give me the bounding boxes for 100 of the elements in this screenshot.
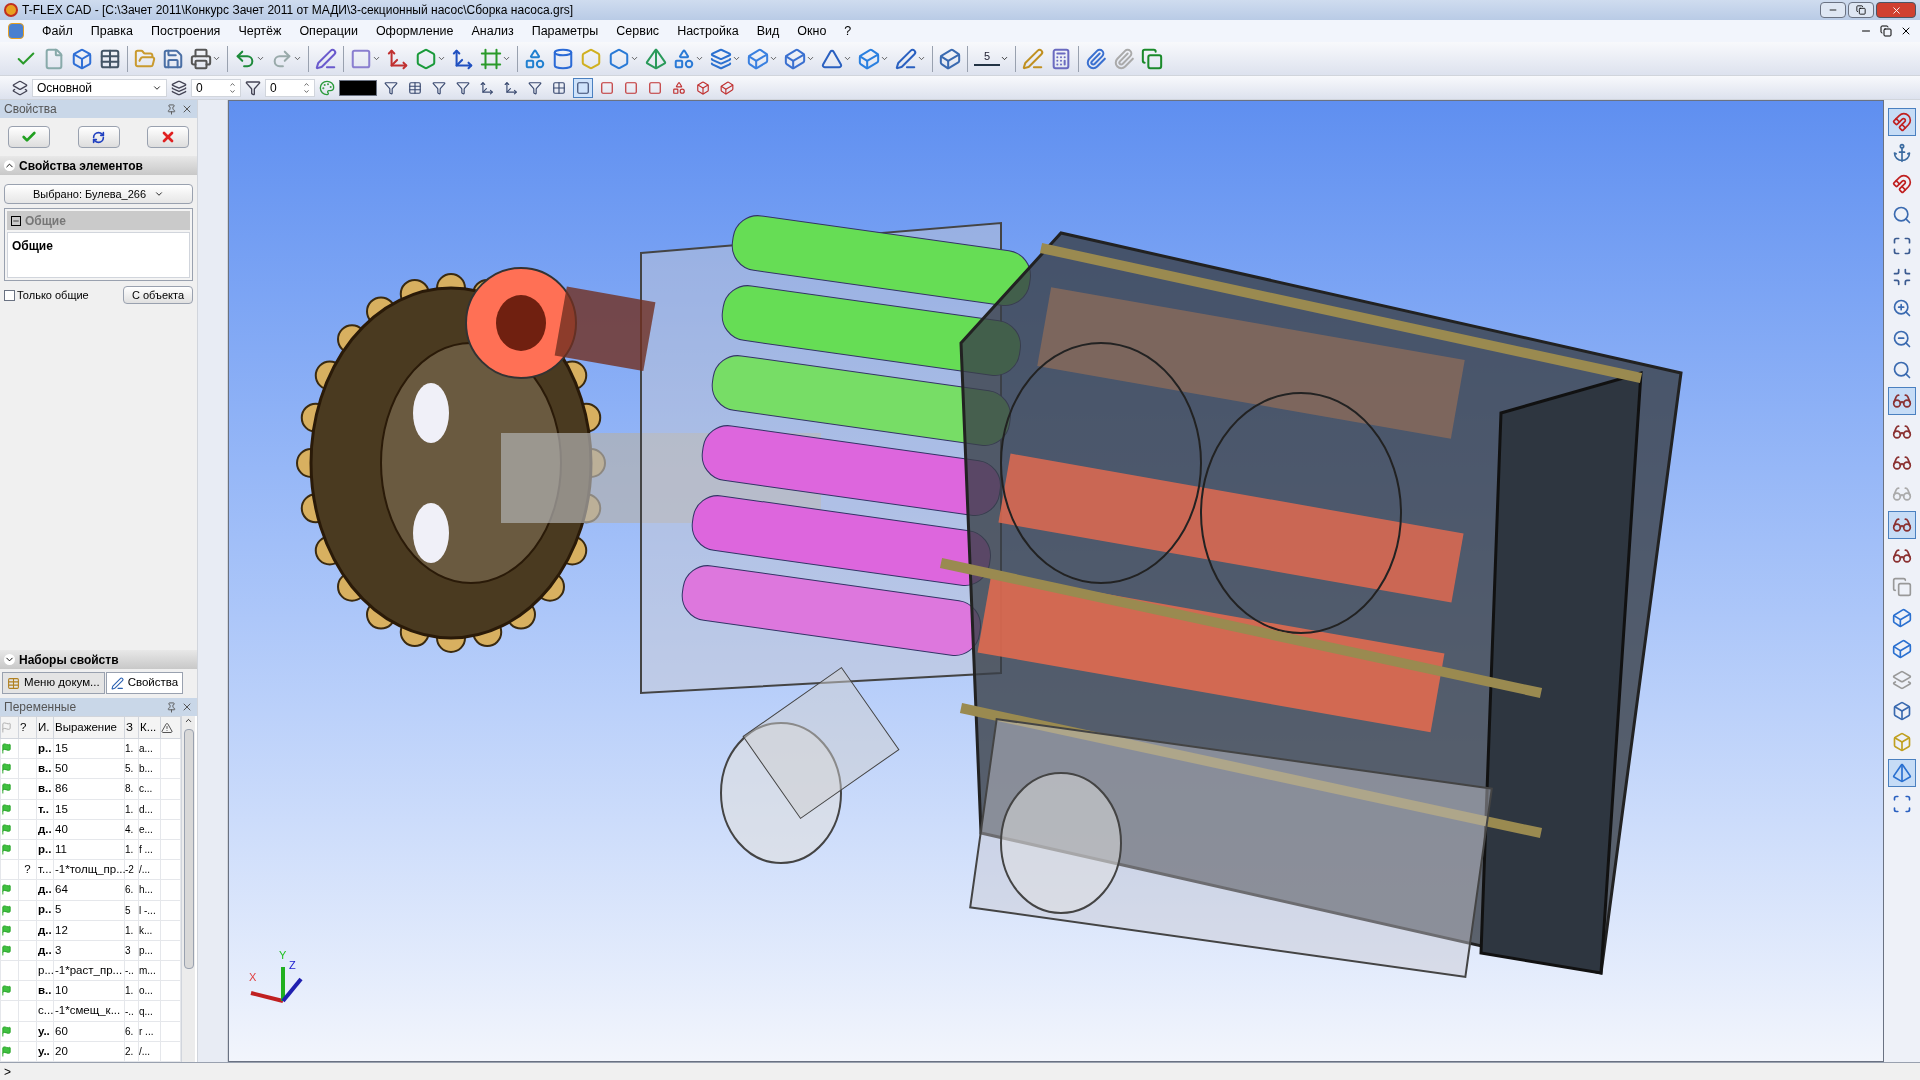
only-common-checkbox[interactable]: Только общие: [4, 286, 89, 304]
cube-icon: [1892, 639, 1912, 659]
filter-button[interactable]: [573, 77, 593, 98]
menu-item[interactable]: Чертёж: [238, 21, 282, 41]
box-icon: [858, 47, 880, 70]
document-icon[interactable]: [8, 23, 24, 39]
scrollbar[interactable]: [181, 716, 195, 1062]
layers-icon: [12, 79, 28, 96]
column-header[interactable]: К...: [138, 716, 161, 739]
calculator-icon: [1050, 47, 1072, 70]
table-cell: р..: [38, 842, 52, 855]
menu-item[interactable]: Сервис: [616, 21, 660, 41]
caret-icon: [630, 54, 639, 63]
axis-label: X: [249, 970, 257, 985]
column-header[interactable]: ?: [18, 716, 37, 739]
menu-item[interactable]: Оформление: [375, 21, 454, 41]
zoom-out-icon: [1892, 329, 1912, 349]
level-spinner[interactable]: 0: [191, 78, 241, 97]
warning-icon: [161, 721, 173, 734]
menu-item[interactable]: Построения: [150, 21, 221, 41]
caret-icon: [256, 54, 265, 63]
table-cell: 5.: [125, 763, 134, 775]
table-cell: в..: [38, 984, 52, 997]
menu-item[interactable]: ?: [844, 21, 852, 41]
scroll-up-icon[interactable]: [184, 716, 193, 725]
priority-spinner[interactable]: 0: [265, 78, 315, 97]
close-icon[interactable]: [1900, 25, 1912, 37]
table-cell: b...: [139, 763, 153, 775]
layers-icon: [1892, 670, 1912, 690]
glasses-icon: [1892, 546, 1912, 566]
filter-icon: [696, 80, 710, 95]
table-cell: r ...: [139, 1025, 154, 1037]
close-button[interactable]: [1876, 2, 1916, 18]
table-cell: a...: [139, 743, 153, 755]
table-cell: в..: [38, 762, 52, 775]
column-header[interactable]: И.: [36, 716, 54, 739]
table-cell: у..: [38, 1044, 50, 1057]
menu-item[interactable]: Настройка: [677, 21, 739, 41]
caret-icon: [293, 54, 302, 63]
glasses-icon: [1892, 453, 1912, 473]
scrollbar-thumb[interactable]: [183, 729, 194, 969]
cancel-button[interactable]: [147, 126, 189, 148]
menu-item[interactable]: Окно: [797, 21, 827, 41]
table-cell: 6.: [125, 884, 134, 896]
cube-icon: [1892, 732, 1912, 752]
minimize-button[interactable]: [1820, 2, 1846, 18]
ok-button[interactable]: [8, 126, 50, 148]
expand-icon: [4, 654, 15, 665]
table-cell: c...: [139, 783, 153, 795]
caret-icon: [1000, 54, 1009, 63]
restore-icon[interactable]: [1880, 25, 1892, 37]
caret-icon: [843, 54, 852, 63]
view-tool-button[interactable]: [1888, 759, 1916, 787]
save-icon: [162, 47, 184, 70]
refresh-button[interactable]: [77, 126, 120, 148]
3d-viewport[interactable]: X Y Z: [228, 100, 1884, 1062]
panel-tab[interactable]: Меню докум...: [2, 672, 105, 694]
close-icon: [160, 129, 176, 145]
section-header[interactable]: Свойства элементов: [0, 156, 197, 175]
window-title: T-FLEX CAD - [C:\Зачет 2011\Конкурс Зачет 2011 от МАДИ\3-секционный насос\Сборка насоса.grs]: [22, 2, 573, 19]
new-file-icon: [43, 47, 65, 70]
axes-icon: [387, 47, 409, 70]
dimension-button[interactable]: 5: [971, 43, 1012, 74]
menu-item[interactable]: Анализ: [471, 21, 514, 41]
restore-button[interactable]: [1848, 2, 1874, 18]
section-header[interactable]: Наборы свойств: [0, 650, 197, 669]
view-tool-button[interactable]: [1888, 108, 1916, 136]
menu-item[interactable]: Правка: [90, 21, 133, 41]
table-cell: 64: [55, 883, 68, 896]
table-cell: 40: [55, 822, 68, 835]
table-cell: 1.: [125, 924, 134, 936]
table-icon: [99, 47, 121, 70]
panel-tab[interactable]: Свойства: [105, 672, 184, 694]
filter-icon: [504, 80, 518, 95]
menu-item[interactable]: Вид: [756, 21, 780, 41]
table-cell: /...: [139, 1045, 151, 1057]
cube-icon: [71, 47, 93, 70]
menu-item[interactable]: Операции: [299, 21, 358, 41]
column-header[interactable]: З: [124, 716, 139, 739]
caret-icon: [502, 54, 511, 63]
table-cell: -1*смещ_к...: [55, 1004, 121, 1017]
collapse-icon: [4, 160, 15, 171]
column-header[interactable]: [160, 716, 181, 739]
table-cell: /...: [139, 864, 151, 876]
menu-item[interactable]: Параметры: [531, 21, 599, 41]
column-header[interactable]: Выражение: [53, 716, 125, 739]
axis-label: Z: [289, 958, 296, 973]
collapse-icon: [11, 215, 21, 226]
color-swatch[interactable]: [339, 79, 377, 96]
filter-icon: [480, 80, 494, 95]
palette-icon[interactable]: [319, 79, 335, 96]
selection-dropdown[interactable]: Выбрано: Булева_266: [4, 184, 193, 204]
layer-dropdown[interactable]: Основной: [32, 78, 167, 97]
table-cell: 60: [55, 1024, 68, 1037]
table-cell: 3: [125, 944, 131, 956]
view-tool-button[interactable]: [1888, 511, 1916, 539]
from-object-button[interactable]: С объекта: [123, 286, 193, 304]
table-cell: 1.: [125, 743, 134, 755]
menu-item[interactable]: Файл: [42, 21, 73, 41]
view-tool-button[interactable]: [1888, 387, 1916, 415]
